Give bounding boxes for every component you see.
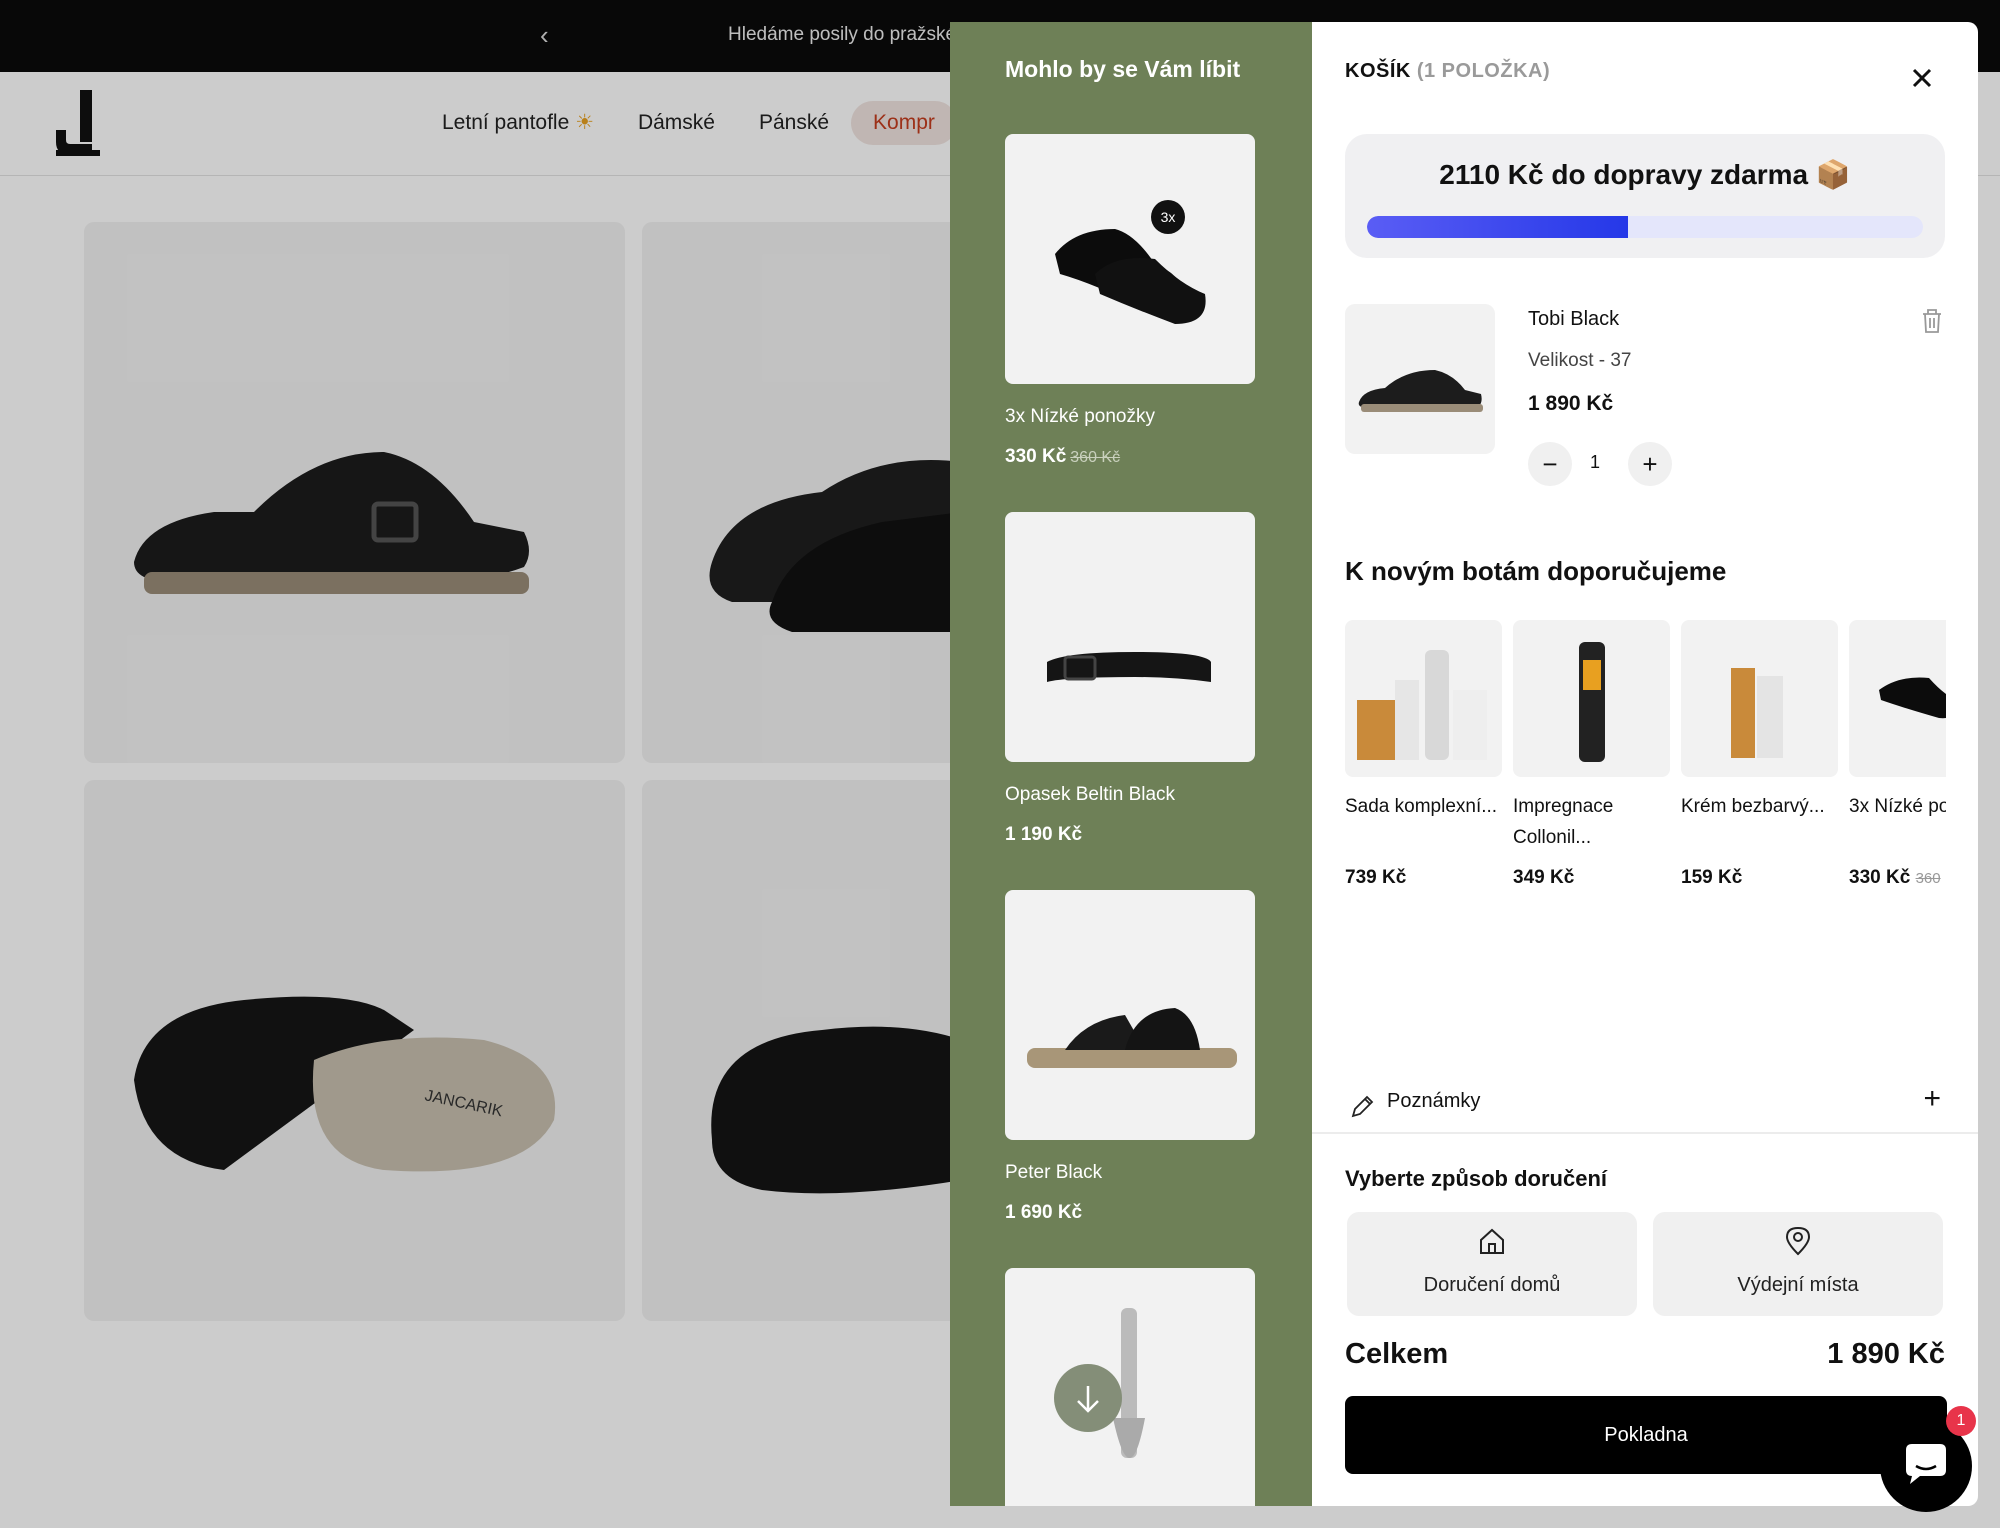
delivery-option-label: Výdejní místa (1737, 1274, 1859, 1296)
cart-drawer: KOŠÍK (1 POLOŽKA) 2110 Kč do dopravy zdar… (1312, 22, 1978, 1506)
home-icon (1480, 1228, 1504, 1254)
socks-thumbnail (1879, 677, 1946, 719)
suggestions-title: K novým botám doporučujeme (1345, 556, 1727, 586)
delivery-option-label: Doručení domů (1423, 1274, 1561, 1296)
spray-can-image (1579, 642, 1605, 762)
notes-label: Poznámky (1387, 1090, 1481, 1112)
reco-name[interactable]: Peter Black (1005, 1162, 1255, 1184)
checkout-button[interactable]: Pokladna (1345, 1396, 1947, 1474)
suggestion-image[interactable] (1849, 620, 1946, 777)
trash-icon (1923, 309, 1941, 333)
divider (1312, 1132, 1978, 1134)
suggestion-name[interactable]: 3x Nízké ponožky (1849, 791, 1946, 853)
suggestion-name[interactable]: Krém bezbarvý... (1681, 791, 1838, 853)
cart-item-price: 1 890 Kč (1528, 392, 1614, 415)
delivery-option-pickup[interactable]: Výdejní místa (1653, 1212, 1943, 1316)
reco-name[interactable]: Opasek Beltin Black (1005, 784, 1255, 806)
reco-card-socks[interactable]: 3x 3x Nízké ponožky 330 Kč 360 Kč (1005, 134, 1255, 468)
reco-price: 1 190 Kč (1005, 824, 1083, 845)
reco-name[interactable]: 3x Nízké ponožky (1005, 406, 1255, 428)
total-value: 1 890 Kč (1827, 1338, 1945, 1370)
recommendations-panel: Mohlo by se Vám líbit 3x 3x Nízké ponožk… (950, 22, 1312, 1506)
increase-quantity-button[interactable]: + (1628, 442, 1672, 486)
suggestion-price: 330 Kč 360 (1849, 867, 1941, 888)
free-shipping-box: 2110 Kč do dopravy zdarma 📦 (1345, 134, 1945, 258)
minus-icon: − (1542, 449, 1558, 479)
cart-item-size: Velikost - 37 (1528, 350, 1632, 371)
add-note-button[interactable]: + (1923, 1082, 1941, 1116)
remove-item-button[interactable] (1918, 306, 1946, 336)
close-cart-button[interactable] (1902, 58, 1942, 98)
close-icon (1912, 68, 1932, 88)
suggestion-image[interactable] (1513, 620, 1670, 777)
arrow-down-icon (1077, 1386, 1099, 1413)
plus-icon: + (1923, 1082, 1941, 1115)
suggestion-price: 739 Kč (1345, 867, 1407, 888)
reco-old-price: 360 Kč (1070, 449, 1121, 466)
cart-item-image[interactable] (1345, 304, 1495, 454)
reco-image[interactable] (1005, 890, 1255, 1140)
cart-item-name[interactable]: Tobi Black (1528, 308, 1619, 331)
suggestion-price: 159 Kč (1681, 867, 1743, 888)
chat-unread-badge: 1 (1946, 1406, 1976, 1436)
suggestion-name[interactable]: Impregnace Collonil... (1513, 791, 1670, 853)
free-shipping-progress (1367, 216, 1923, 238)
suggestion-card[interactable]: Impregnace Collonil... 349 Kč (1513, 620, 1670, 889)
clog-thumbnail (1358, 370, 1483, 412)
cream-box-image (1731, 668, 1783, 758)
suggestion-card[interactable]: 3x Nízké ponožky 330 Kč 360 (1849, 620, 1946, 889)
recommendations-title: Mohlo by se Vám líbit (1005, 56, 1241, 82)
reco-price: 330 Kč 360 Kč (1005, 446, 1121, 467)
location-pin-icon (1785, 1226, 1811, 1256)
suggestion-card[interactable]: Sada komplexní... 739 Kč (1345, 620, 1502, 889)
quantity-badge: 3x (1151, 200, 1185, 234)
quantity-value: 1 (1589, 452, 1600, 472)
suggestion-name[interactable]: Sada komplexní... (1345, 791, 1502, 853)
suggestion-old-price: 360 (1915, 870, 1941, 887)
pencil-icon (1351, 1095, 1374, 1118)
reco-card-shoehorn[interactable] (1005, 1268, 1255, 1506)
belt-image (1047, 652, 1211, 682)
reco-card-sandal[interactable]: Peter Black 1 690 Kč (1005, 890, 1255, 1224)
care-kit-image (1357, 650, 1487, 760)
free-shipping-text: 2110 Kč do dopravy zdarma 📦 (1439, 159, 1851, 190)
reco-card-belt[interactable]: Opasek Beltin Black 1 190 Kč (1005, 512, 1255, 846)
notes-row[interactable]: Poznámky + (1345, 1080, 1945, 1136)
reco-image[interactable]: 3x (1005, 134, 1255, 384)
delivery-option-home[interactable]: Doručení domů (1347, 1212, 1637, 1316)
suggestions-carousel[interactable]: Sada komplexní... 739 Kč Impregnace Coll… (1345, 620, 1946, 920)
scroll-down-button[interactable] (1054, 1364, 1122, 1432)
reco-image[interactable] (1005, 1268, 1255, 1506)
free-shipping-progress-fill (1367, 216, 1629, 238)
reco-price: 1 690 Kč (1005, 1202, 1083, 1223)
plus-icon: + (1642, 449, 1658, 479)
shoehorn-image (1113, 1308, 1145, 1458)
suggestion-price: 349 Kč (1513, 867, 1575, 888)
suggestion-image[interactable] (1345, 620, 1502, 777)
reco-image[interactable] (1005, 512, 1255, 762)
decrease-quantity-button[interactable]: − (1528, 442, 1572, 486)
cart-title: KOŠÍK (1 POLOŽKA) (1345, 60, 1551, 82)
cart-item-count: (1 POLOŽKA) (1416, 60, 1551, 82)
suggestion-card[interactable]: Krém bezbarvý... 159 Kč (1681, 620, 1838, 889)
sandal-image (1027, 1008, 1237, 1068)
suggestion-image[interactable] (1681, 620, 1838, 777)
total-label: Celkem (1345, 1338, 1449, 1370)
delivery-title: Vyberte způsob doručení (1345, 1166, 1608, 1191)
socks-image (1055, 229, 1206, 324)
